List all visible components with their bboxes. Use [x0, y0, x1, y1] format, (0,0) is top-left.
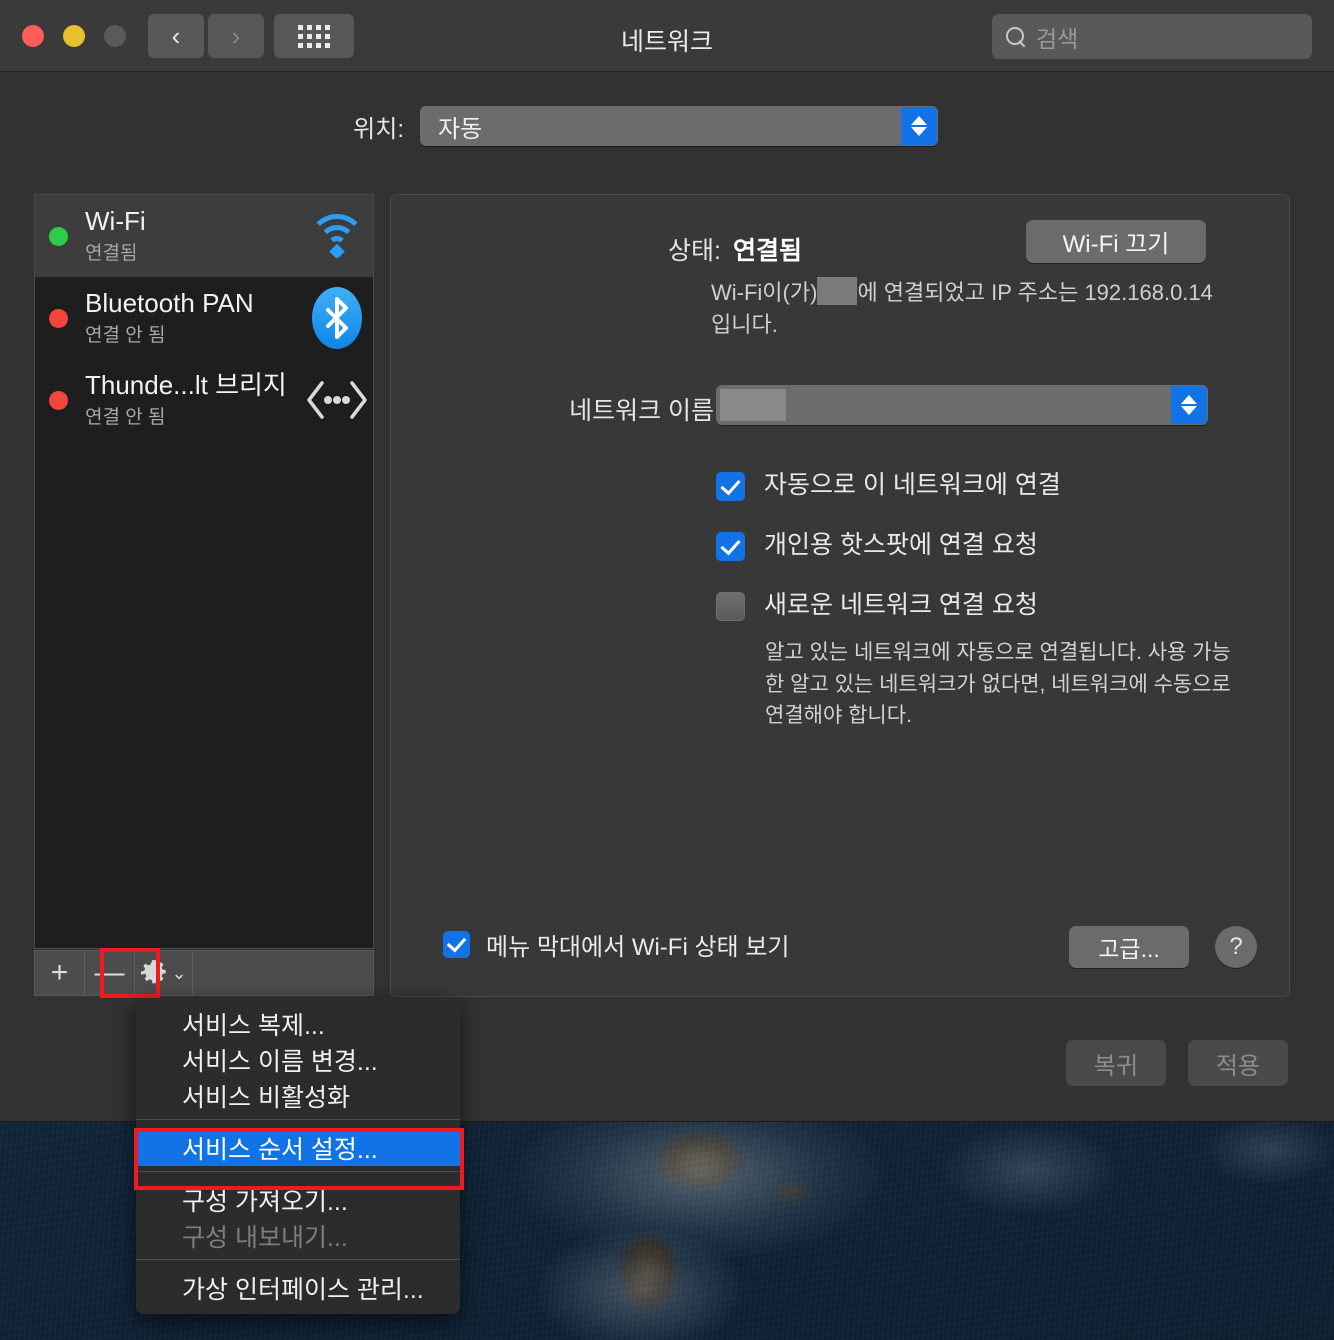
apply-button-label: 적용	[1215, 1052, 1261, 1080]
network-name-label: 네트워크 이름:	[569, 397, 721, 425]
checkbox-auto-join[interactable]	[716, 472, 745, 501]
status-description-part1: Wi-Fi이(가)	[711, 280, 818, 305]
sidebar-item-bluetooth-pan[interactable]: Bluetooth PAN 연결 안 됨	[35, 277, 373, 359]
service-status: 연결됨	[85, 242, 138, 264]
redacted-network-name-value	[720, 389, 786, 421]
revert-button[interactable]: 복귀	[1066, 1040, 1166, 1086]
service-icon-wrapper	[301, 287, 373, 349]
menu-item-manage-virtual-interfaces[interactable]: 가상 인터페이스 관리...	[136, 1270, 460, 1306]
status-dot-disconnected	[49, 308, 68, 328]
menu-item-label: 구성 가져오기...	[182, 1188, 348, 1216]
redacted-network-name	[817, 277, 858, 305]
advanced-button[interactable]: 고급...	[1069, 926, 1189, 968]
revert-button-label: 복귀	[1093, 1052, 1139, 1080]
menu-item-label: 가상 인터페이스 관리...	[182, 1276, 424, 1304]
menu-separator	[136, 1119, 460, 1130]
advanced-button-label: 고급...	[1098, 936, 1160, 962]
sidebar-item-thunderbolt-bridge[interactable]: Thunde...lt 브리지 연결 안 됨	[35, 359, 373, 441]
network-service-list[interactable]: Wi-Fi 연결됨 Bluetooth PAN 연결 안 됨 Thunde...…	[34, 194, 374, 949]
menu-item-export-configuration: 구성 내보내기...	[136, 1218, 460, 1254]
status-dot-disconnected	[49, 390, 68, 410]
service-actions-context-menu[interactable]: 서비스 복제... 서비스 이름 변경... 서비스 비활성화 서비스 순서 설…	[136, 998, 460, 1314]
menu-item-set-service-order[interactable]: 서비스 순서 설정...	[136, 1130, 460, 1166]
menu-item-label: 서비스 순서 설정...	[182, 1136, 378, 1164]
menu-item-label: 서비스 이름 변경...	[182, 1048, 378, 1076]
wifi-detail-panel: 상태: 연결됨 Wi-Fi 끄기 Wi-Fi이(가) 에 연결되었고 IP 주소는…	[390, 194, 1290, 997]
service-status: 연결 안 됨	[85, 324, 166, 346]
menu-item-duplicate-service[interactable]: 서비스 복제...	[136, 1006, 460, 1042]
apply-button[interactable]: 적용	[1188, 1040, 1288, 1086]
service-name: Bluetooth PAN	[85, 288, 254, 319]
service-actions-menu-button[interactable]: ⌄	[135, 951, 193, 995]
network-preferences-window: ‹ › 네트워크 검색 위치: 자동 Wi-Fi 연결됨 Bluetooth P…	[0, 0, 1334, 1122]
window-titlebar: ‹ › 네트워크 검색	[0, 0, 1334, 72]
location-row: 위치: 자동	[0, 106, 1334, 146]
menu-item-rename-service[interactable]: 서비스 이름 변경...	[136, 1042, 460, 1078]
wifi-toggle-label: Wi-Fi 끄기	[1062, 231, 1170, 258]
service-name: Thunde...lt 브리지	[85, 370, 287, 401]
search-icon	[1004, 25, 1028, 49]
service-text: Wi-Fi 연결됨	[85, 207, 301, 264]
menu-separator	[136, 1259, 460, 1270]
checkbox-ask-new-network[interactable]	[716, 592, 745, 621]
minus-icon: —	[94, 956, 125, 989]
search-field[interactable]: 검색	[992, 14, 1312, 59]
gear-icon	[141, 960, 167, 984]
checkbox-auto-join-label: 자동으로 이 네트워크에 연결	[764, 471, 1061, 499]
menu-item-deactivate-service[interactable]: 서비스 비활성화	[136, 1078, 460, 1114]
menu-item-label: 서비스 복제...	[182, 1012, 325, 1040]
checkbox-ask-new-network-row[interactable]: 새로운 네트워크 연결 요청	[716, 589, 1038, 622]
question-mark-icon: ?	[1229, 933, 1243, 960]
service-list-toolbar: + — ⌄	[34, 950, 374, 996]
service-icon-wrapper	[301, 214, 373, 260]
plus-icon: +	[50, 956, 69, 989]
network-name-select[interactable]	[716, 385, 1208, 425]
service-name: Wi-Fi	[85, 206, 146, 237]
help-button[interactable]: ?	[1215, 926, 1257, 968]
checkbox-hotspot-label: 개인용 핫스팟에 연결 요청	[764, 531, 1038, 559]
add-service-button[interactable]: +	[35, 951, 85, 995]
checkbox-hotspot-row[interactable]: 개인용 핫스팟에 연결 요청	[716, 529, 1038, 562]
sidebar-item-wifi[interactable]: Wi-Fi 연결됨	[35, 195, 373, 277]
search-placeholder: 검색	[1036, 25, 1079, 52]
service-text: Bluetooth PAN 연결 안 됨	[85, 289, 301, 346]
service-icon-wrapper	[301, 378, 373, 422]
location-select[interactable]: 자동	[420, 106, 938, 146]
location-select-value: 자동	[438, 115, 483, 143]
thunderbolt-bridge-icon	[303, 378, 371, 422]
checkbox-show-wifi-in-menubar[interactable]	[443, 931, 470, 958]
checkbox-hotspot[interactable]	[716, 532, 745, 561]
chevron-updown-icon	[1171, 386, 1207, 424]
wifi-icon	[306, 214, 368, 260]
chevron-updown-icon	[901, 107, 937, 145]
location-label: 위치:	[353, 115, 404, 143]
menu-separator	[136, 1171, 460, 1182]
checkbox-auto-join-row[interactable]: 자동으로 이 네트워크에 연결	[716, 469, 1061, 502]
menu-item-label: 서비스 비활성화	[182, 1084, 350, 1112]
checkbox-ask-new-network-label: 새로운 네트워크 연결 요청	[764, 591, 1038, 619]
bottom-action-buttons: 복귀 적용	[1066, 1040, 1288, 1086]
status-label: 상태:	[668, 237, 721, 265]
status-value: 연결됨	[733, 237, 803, 265]
ask-new-network-help-text: 알고 있는 네트워크에 자동으로 연결됩니다. 사용 가능한 알고 있는 네트워…	[765, 641, 1231, 727]
service-status: 연결 안 됨	[85, 406, 166, 428]
bluetooth-icon	[312, 287, 362, 349]
menu-item-import-configuration[interactable]: 구성 가져오기...	[136, 1182, 460, 1218]
menu-item-label: 구성 내보내기...	[182, 1224, 348, 1252]
status-description: Wi-Fi이(가) 에 연결되었고 IP 주소는 192.168.0.14입니다.	[711, 277, 1231, 341]
menubar-status-row[interactable]: 메뉴 막대에서 Wi-Fi 상태 보기	[443, 927, 789, 962]
status-dot-connected	[49, 226, 68, 246]
checkbox-show-wifi-in-menubar-label: 메뉴 막대에서 Wi-Fi 상태 보기	[486, 934, 790, 961]
wifi-toggle-button[interactable]: Wi-Fi 끄기	[1026, 220, 1206, 263]
service-text: Thunde...lt 브리지 연결 안 됨	[85, 371, 301, 428]
remove-service-button[interactable]: —	[85, 951, 135, 995]
chevron-down-icon: ⌄	[171, 963, 187, 983]
